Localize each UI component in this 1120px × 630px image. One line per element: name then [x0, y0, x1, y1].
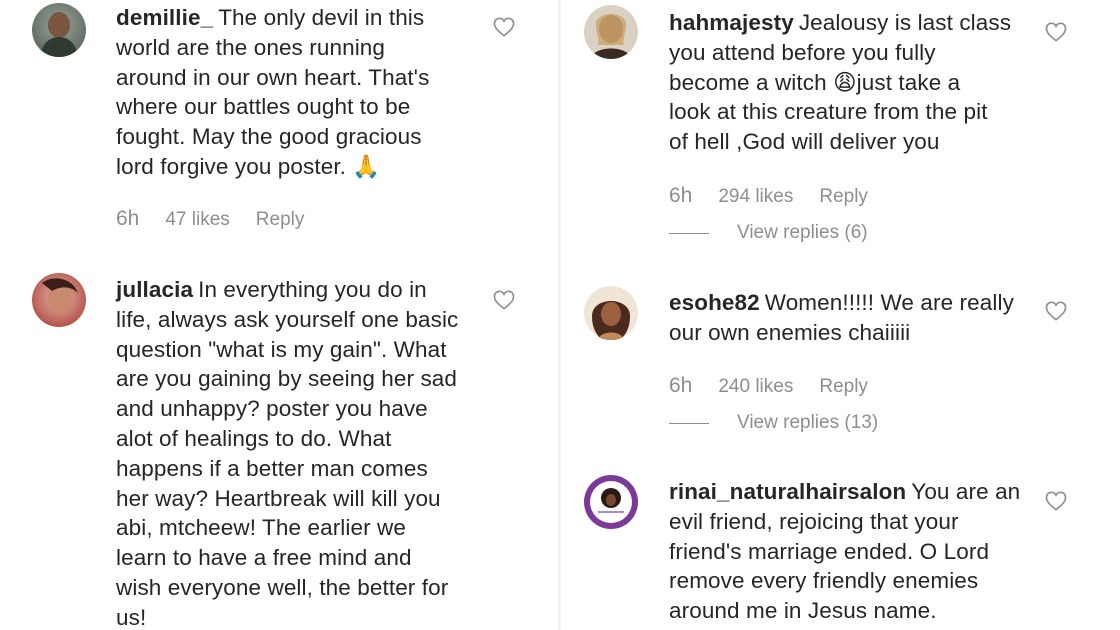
- avatar[interactable]: [584, 475, 638, 529]
- comment-text-line: wish everyone well, the better for: [116, 574, 449, 600]
- comment-text-line: look at this creature from the pit: [669, 99, 988, 125]
- heart-outline-icon[interactable]: [1045, 491, 1067, 511]
- comment-text-line: fought. May the good gracious: [116, 124, 422, 150]
- comment-text-line: you attend before you fully: [669, 39, 936, 65]
- view-replies-line: [669, 232, 709, 234]
- comment-username[interactable]: demillie_: [116, 5, 213, 30]
- view-replies-label[interactable]: View replies (6): [737, 222, 868, 244]
- comment-text-line: learn to have a free mind and: [116, 545, 412, 571]
- comment-text-line: around in our own heart. That's: [116, 64, 430, 90]
- comment-likes[interactable]: 294 likes: [718, 186, 793, 208]
- view-replies-line: [669, 422, 709, 424]
- comment-text-line: happens if a better man comes: [116, 455, 428, 481]
- comment-text-line: question "what is my gain". What: [116, 336, 447, 362]
- comment-text-line: life, always ask yourself one basic: [116, 306, 459, 332]
- reply-button[interactable]: Reply: [819, 186, 868, 208]
- comment-text-line: You are an: [911, 479, 1021, 504]
- comment-text-line: are you gaining by seeing her sad: [116, 366, 458, 392]
- comment-text-line: remove every friendly enemies: [669, 568, 979, 594]
- comment-meta: 6h 240 likes Reply: [669, 374, 868, 398]
- comment-text-line: abi, mtcheew! The earlier we: [116, 515, 407, 541]
- comment-body: demillie_ The only devil in this world ar…: [116, 3, 536, 182]
- comment-likes[interactable]: 47 likes: [165, 209, 229, 231]
- comment-time: 6h: [116, 207, 140, 230]
- reply-button[interactable]: Reply: [256, 209, 305, 231]
- comments-column-right: hahmajesty Jealousy is last class you att…: [565, 0, 1120, 630]
- comment-username[interactable]: jullacia: [116, 277, 193, 302]
- comment-time: 6h: [669, 374, 693, 397]
- comment-text-line: around me in Jesus name.: [669, 598, 937, 624]
- comment-text-line: world are the ones running: [116, 34, 386, 60]
- comment-text-line: and unhappy? poster you have: [116, 396, 428, 422]
- comment-text-line: of hell ,God will deliver you: [669, 129, 940, 155]
- view-replies-button[interactable]: View replies (13): [669, 412, 878, 434]
- comment-text-line: The only devil in this: [218, 5, 425, 30]
- comment-text-line: Women!!!!! We are really: [764, 290, 1014, 315]
- comment-username[interactable]: rinai_naturalhairsalon: [669, 479, 906, 504]
- comment-time: 6h: [669, 184, 693, 207]
- avatar[interactable]: [584, 5, 638, 59]
- comment-text-line: lord forgive you poster. 🙏: [116, 153, 381, 179]
- comment-meta: 6h 47 likes Reply: [116, 207, 304, 231]
- comment-meta: 6h 294 likes Reply: [669, 184, 868, 208]
- comment-text-line: us!: [116, 604, 147, 630]
- comment-username[interactable]: hahmajesty: [669, 10, 794, 35]
- comment-text-line: Jealousy is last class: [798, 10, 1012, 35]
- heart-outline-icon[interactable]: [1045, 301, 1067, 321]
- comments-column-left: demillie_ The only devil in this world ar…: [0, 0, 555, 630]
- comment-body: rinai_naturalhairsalon You are an evil fr…: [669, 477, 1099, 626]
- comment-text-line: In everything you do in: [198, 277, 427, 302]
- reply-button[interactable]: Reply: [819, 376, 868, 398]
- column-divider: [558, 0, 561, 630]
- comment-text-line: evil friend, rejoicing that your: [669, 508, 959, 534]
- heart-outline-icon[interactable]: [1045, 22, 1067, 42]
- avatar[interactable]: [32, 273, 86, 327]
- comment-body: esohe82 Women!!!!! We are really our own …: [669, 288, 1089, 348]
- comment-text-line: where our battles ought to be: [116, 94, 411, 120]
- view-replies-label[interactable]: View replies (13): [737, 412, 878, 434]
- comment-text-line: friend's marriage ended. O Lord: [669, 538, 990, 564]
- comment-text-line: become a witch 😩just take a: [669, 69, 961, 95]
- comment-username[interactable]: esohe82: [669, 290, 760, 315]
- comment-likes[interactable]: 240 likes: [718, 376, 793, 398]
- comment-text-line: alot of healings to do. What: [116, 425, 392, 451]
- heart-outline-icon[interactable]: [493, 17, 515, 37]
- avatar[interactable]: [32, 3, 86, 57]
- heart-outline-icon[interactable]: [493, 290, 515, 310]
- view-replies-button[interactable]: View replies (6): [669, 222, 868, 244]
- comment-text-line: her way? Heartbreak will kill you: [116, 485, 441, 511]
- comment-text-line: our own enemies chaiiiii: [669, 319, 911, 345]
- avatar[interactable]: [584, 286, 638, 340]
- comment-body: jullacia In everything you do in life, al…: [116, 275, 546, 630]
- comment-body: hahmajesty Jealousy is last class you att…: [669, 8, 1089, 157]
